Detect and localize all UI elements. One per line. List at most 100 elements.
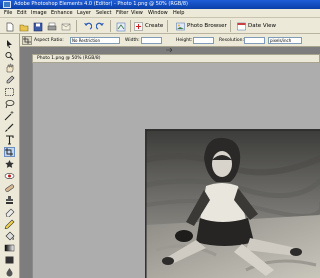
undo-arrow-icon [84,22,92,30]
photo-browser-button[interactable]: Photo Browser [176,21,227,32]
lasso-tool[interactable] [4,99,15,109]
document-title-bar: Photo 1.png @ 50% (RGB/8) [32,54,320,63]
tool-options-bar: Aspect Ratio: No Restriction Width: Heig… [0,34,320,53]
create-icon [134,22,143,31]
menu-edit[interactable]: Edit [17,9,27,18]
menu-layer[interactable]: Layer [77,9,91,18]
save-button[interactable] [31,20,43,32]
eyedropper-tool[interactable] [4,75,15,85]
type-tool[interactable] [4,135,15,145]
photo-browser-label: Photo Browser [187,23,227,29]
gradient-icon [4,244,15,252]
zoom-tool[interactable] [4,51,15,61]
menu-view[interactable]: View [131,9,143,18]
brush-icon [5,123,14,132]
menu-help[interactable]: Help [173,9,184,18]
swap-dimensions-icon[interactable] [166,38,173,53]
menu-enhance[interactable]: Enhance [51,9,73,18]
rectangle-shape-icon [5,256,14,264]
shortcuts-bar: Create Photo Browser Date View [0,18,320,34]
quick-fix-button[interactable] [114,20,126,32]
magic-wand-tool[interactable] [4,111,15,121]
quick-fix-icon [116,22,126,32]
crop-icon [5,148,13,156]
stamp-icon [6,196,13,204]
menu-bar: File Edit Image Enhance Layer Select Fil… [0,9,320,18]
height-label: Height: [176,38,193,43]
selection-brush-tool[interactable] [4,123,15,133]
move-arrow-icon [7,40,12,48]
toolbar-separator [130,20,131,32]
menu-image[interactable]: Image [31,9,47,18]
window-title: Adobe Photoshop Elements 4.0 (Editor) - … [14,1,188,7]
menu-select[interactable]: Select [96,9,111,18]
toolbar-separator [110,20,111,32]
menu-filter[interactable]: Filter [116,9,128,18]
pencil-tool[interactable] [4,219,15,229]
magnifier-icon [5,51,14,61]
date-view-button[interactable]: Date View [237,21,277,32]
create-label: Create [145,23,164,29]
bandage-icon [5,184,14,192]
red-eye-tool[interactable] [4,171,15,181]
width-label: Width: [125,38,140,43]
new-file-icon [6,22,14,32]
save-icon [33,22,43,32]
red-eye-icon [4,173,15,179]
step-backward-button[interactable] [80,20,92,32]
gradient-tool[interactable] [4,243,15,253]
print-icon [47,22,57,31]
move-tool[interactable] [4,39,15,49]
eyedropper-icon [6,75,15,84]
photo-browser-icon [176,22,185,31]
document-title: Photo 1.png @ 50% (RGB/8) [37,56,101,61]
beach-portrait-photo [146,130,320,278]
drop-icon [6,268,13,277]
photoshop-elements-icon [3,1,11,8]
step-forward-button[interactable] [94,20,106,32]
paint-bucket-icon [5,231,15,241]
redo-arrow-icon [96,22,104,30]
menu-file[interactable]: File [4,9,12,18]
clone-stamp-tool[interactable] [4,195,15,205]
eraser-tool[interactable] [4,207,15,217]
menu-window[interactable]: Window [148,9,168,18]
paint-bucket-tool[interactable] [4,231,15,241]
cookie-cutter-tool[interactable] [4,159,15,169]
envelope-icon [61,23,71,31]
height-field[interactable] [193,37,214,44]
date-view-label: Date View [248,23,276,29]
folder-icon [19,24,29,32]
aspect-ratio-select[interactable]: No Restriction [70,37,120,44]
shape-tool[interactable] [4,255,15,265]
marquee-tool[interactable] [4,87,15,97]
resolution-field[interactable] [244,37,265,44]
width-field[interactable] [141,37,162,44]
healing-brush-tool[interactable] [4,183,15,193]
photo-image[interactable] [145,129,320,278]
resolution-label: Resolution: [219,38,245,43]
title-bar: Adobe Photoshop Elements 4.0 (Editor) - … [0,0,320,9]
hand-icon [6,63,14,73]
aspect-ratio-label: Aspect Ratio: [34,38,64,43]
new-file-button[interactable] [3,20,15,32]
create-button[interactable]: Create [134,21,164,32]
toolbar-separator [76,20,77,32]
lasso-icon [5,100,15,109]
magic-wand-icon [4,111,14,121]
email-button[interactable] [59,20,71,32]
print-button[interactable] [45,20,57,32]
marquee-icon [5,88,14,96]
resolution-unit-select[interactable]: pixels/inch [268,37,302,44]
eraser-icon [5,208,15,217]
crop-options-icon[interactable] [22,36,32,45]
crop-tool[interactable] [4,147,15,157]
open-button[interactable] [17,20,29,32]
toolbox [0,34,20,278]
toolbar-separator [167,20,168,32]
hand-tool[interactable] [4,63,15,73]
calendar-icon [237,22,246,31]
type-t-icon [6,135,14,145]
blur-tool[interactable] [4,267,15,277]
cookie-cutter-icon [5,160,14,168]
